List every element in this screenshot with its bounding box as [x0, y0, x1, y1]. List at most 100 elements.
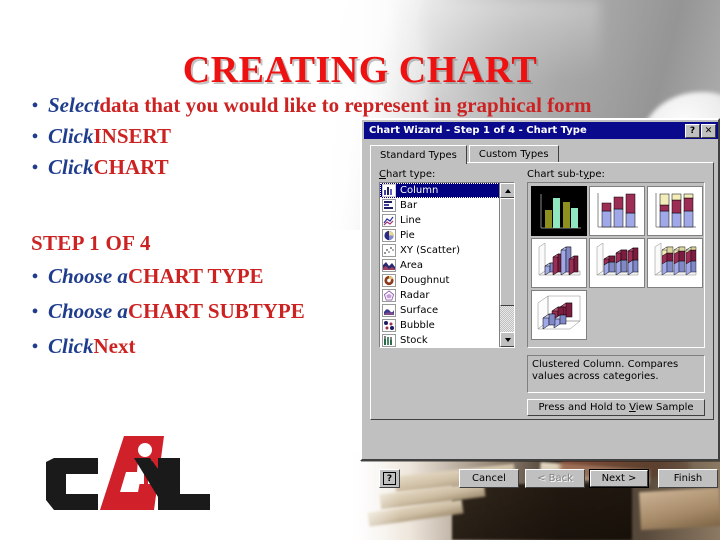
stacked-100-column-thumb: [655, 193, 696, 228]
subtype-clustered-column[interactable]: [531, 186, 587, 236]
column-3d-thumb: [537, 295, 581, 330]
bullet-emphasis: Click: [48, 155, 94, 179]
scroll-up-button[interactable]: [500, 183, 514, 198]
list-item-label: Pie: [400, 230, 415, 241]
finish-button[interactable]: Finish: [658, 469, 718, 488]
surface-chart-icon: [382, 304, 396, 317]
chart-type-label-rest: hart type:: [385, 169, 436, 180]
bullet-emphasis: Choose a: [48, 299, 128, 323]
list-item-label: Area: [400, 260, 424, 271]
subtype-clustered-column-3d[interactable]: [531, 238, 587, 288]
subtype-stacked-column[interactable]: [589, 186, 645, 236]
list-item-surface[interactable]: Surface: [380, 303, 500, 318]
subtype-stacked-column-3d[interactable]: [589, 238, 645, 288]
area-chart-icon: [382, 259, 396, 272]
stacked-column-3d-thumb: [596, 242, 639, 276]
cal-logo-svg: [46, 436, 210, 510]
bullet-icon: •: [31, 126, 39, 148]
dialog-title: Chart Wizard - Step 1 of 4 - Chart Type: [369, 125, 587, 136]
chart-subtype-box[interactable]: [527, 182, 705, 348]
next-button-label: Next >: [590, 470, 648, 487]
list-item-stock[interactable]: Stock: [380, 333, 500, 347]
list-item: • Select data that you would like to rep…: [22, 90, 720, 121]
bullet-text: CHART: [93, 155, 169, 179]
pie-chart-icon: [382, 229, 396, 242]
column-chart-icon: [382, 184, 396, 197]
subtype-3d-column[interactable]: [531, 290, 587, 340]
list-item-label: Surface: [400, 305, 439, 316]
chevron-down-icon: [504, 337, 511, 342]
bullet-emphasis: Click: [48, 334, 94, 358]
scatter-chart-icon: [382, 244, 396, 257]
list-item-bubble[interactable]: Bubble: [380, 318, 500, 333]
bullet-text: Next: [93, 334, 136, 358]
clustered-column-thumb: [540, 194, 581, 229]
list-item-line[interactable]: Line: [380, 213, 500, 228]
chart-type-scrollbar[interactable]: [499, 183, 514, 347]
close-titlebar-button[interactable]: ✕: [701, 123, 716, 138]
bullet-emphasis: Choose a: [48, 264, 128, 288]
bullet-text: CHART TYPE: [127, 264, 264, 288]
bullet-text: data that you would like to represent in…: [99, 93, 592, 117]
bullet-text: CHART SUBTYPE: [127, 299, 305, 323]
dialog-tabstrip: Standard Types Custom Types: [370, 145, 714, 164]
list-item-label: Stock: [400, 335, 428, 346]
dialog-titlebar[interactable]: Chart Wizard - Step 1 of 4 - Chart Type …: [364, 122, 718, 139]
list-item-label: Doughnut: [400, 275, 450, 286]
chevron-up-icon: [504, 188, 511, 193]
chart-subtype-description: Clustered Column. Compares values across…: [527, 355, 705, 393]
bullet-icon: •: [31, 301, 39, 323]
list-item-doughnut[interactable]: Doughnut: [380, 273, 500, 288]
subtype-100-stacked-column-3d[interactable]: [647, 238, 703, 288]
scroll-track[interactable]: [500, 198, 514, 332]
scroll-thumb[interactable]: [500, 198, 514, 306]
bullet-emphasis: Select: [48, 93, 100, 117]
back-button: < Back: [525, 469, 585, 488]
cancel-button[interactable]: Cancel: [459, 469, 519, 488]
next-button[interactable]: Next >: [589, 469, 649, 488]
chart-subtype-label: Chart sub-type:: [527, 169, 605, 180]
list-item-column[interactable]: Column: [380, 183, 500, 198]
list-item-label: Bar: [400, 200, 418, 211]
subtype-100-stacked-column[interactable]: [647, 186, 703, 236]
bubble-chart-icon: [382, 319, 396, 332]
list-item-xy-scatter[interactable]: XY (Scatter): [380, 243, 500, 258]
bullet-text: INSERT: [93, 124, 171, 148]
help-icon: ?: [383, 472, 396, 485]
step-heading: STEP 1 OF 4: [31, 231, 151, 255]
cal-logo: [38, 432, 218, 518]
chart-type-label: Chart type:: [379, 169, 436, 180]
list-item-label: XY (Scatter): [400, 245, 461, 256]
list-item-label: Radar: [400, 290, 430, 301]
help-titlebar-button[interactable]: ?: [685, 123, 700, 138]
bullet-icon: •: [31, 266, 39, 288]
tab-custom-types[interactable]: Custom Types: [468, 145, 559, 162]
chart-type-listbox[interactable]: Column Bar Line Pie XY (Scatter) Area Do…: [379, 182, 515, 348]
list-item-area[interactable]: Area: [380, 258, 500, 273]
bullet-emphasis: Click: [48, 124, 94, 148]
bullet-icon: •: [31, 157, 39, 179]
bullet-icon: •: [31, 95, 39, 117]
doughnut-chart-icon: [382, 274, 396, 287]
help-button[interactable]: ?: [379, 469, 400, 488]
presentation-slide: CREATING CHART • Select data that you wo…: [0, 0, 720, 540]
list-item-label: Line: [400, 215, 421, 226]
bullet-icon: •: [31, 336, 39, 358]
stock-chart-icon: [382, 334, 396, 347]
list-item-bar[interactable]: Bar: [380, 198, 500, 213]
line-chart-icon: [382, 214, 396, 227]
stacked-column-thumb: [597, 193, 638, 228]
scroll-down-button[interactable]: [500, 332, 514, 347]
list-item-label: Column: [400, 185, 439, 196]
chart-subtype-grid: [531, 186, 703, 340]
tab-standard-types[interactable]: Standard Types: [370, 145, 467, 164]
list-item-pie[interactable]: Pie: [380, 228, 500, 243]
chart-type-list: Column Bar Line Pie XY (Scatter) Area Do…: [380, 183, 500, 347]
dialog-tabpanel: Chart type: Chart sub-type: Column Bar L…: [370, 162, 718, 488]
page-title: CREATING CHART: [182, 49, 538, 91]
view-sample-button[interactable]: Press and Hold to View Sample: [527, 399, 705, 416]
dialog-button-row: ? Cancel < Back Next > Finish: [379, 469, 720, 489]
list-item-label: Bubble: [400, 320, 435, 331]
list-item-radar[interactable]: Radar: [380, 288, 500, 303]
stacked-100-column-3d-thumb: [654, 242, 697, 276]
